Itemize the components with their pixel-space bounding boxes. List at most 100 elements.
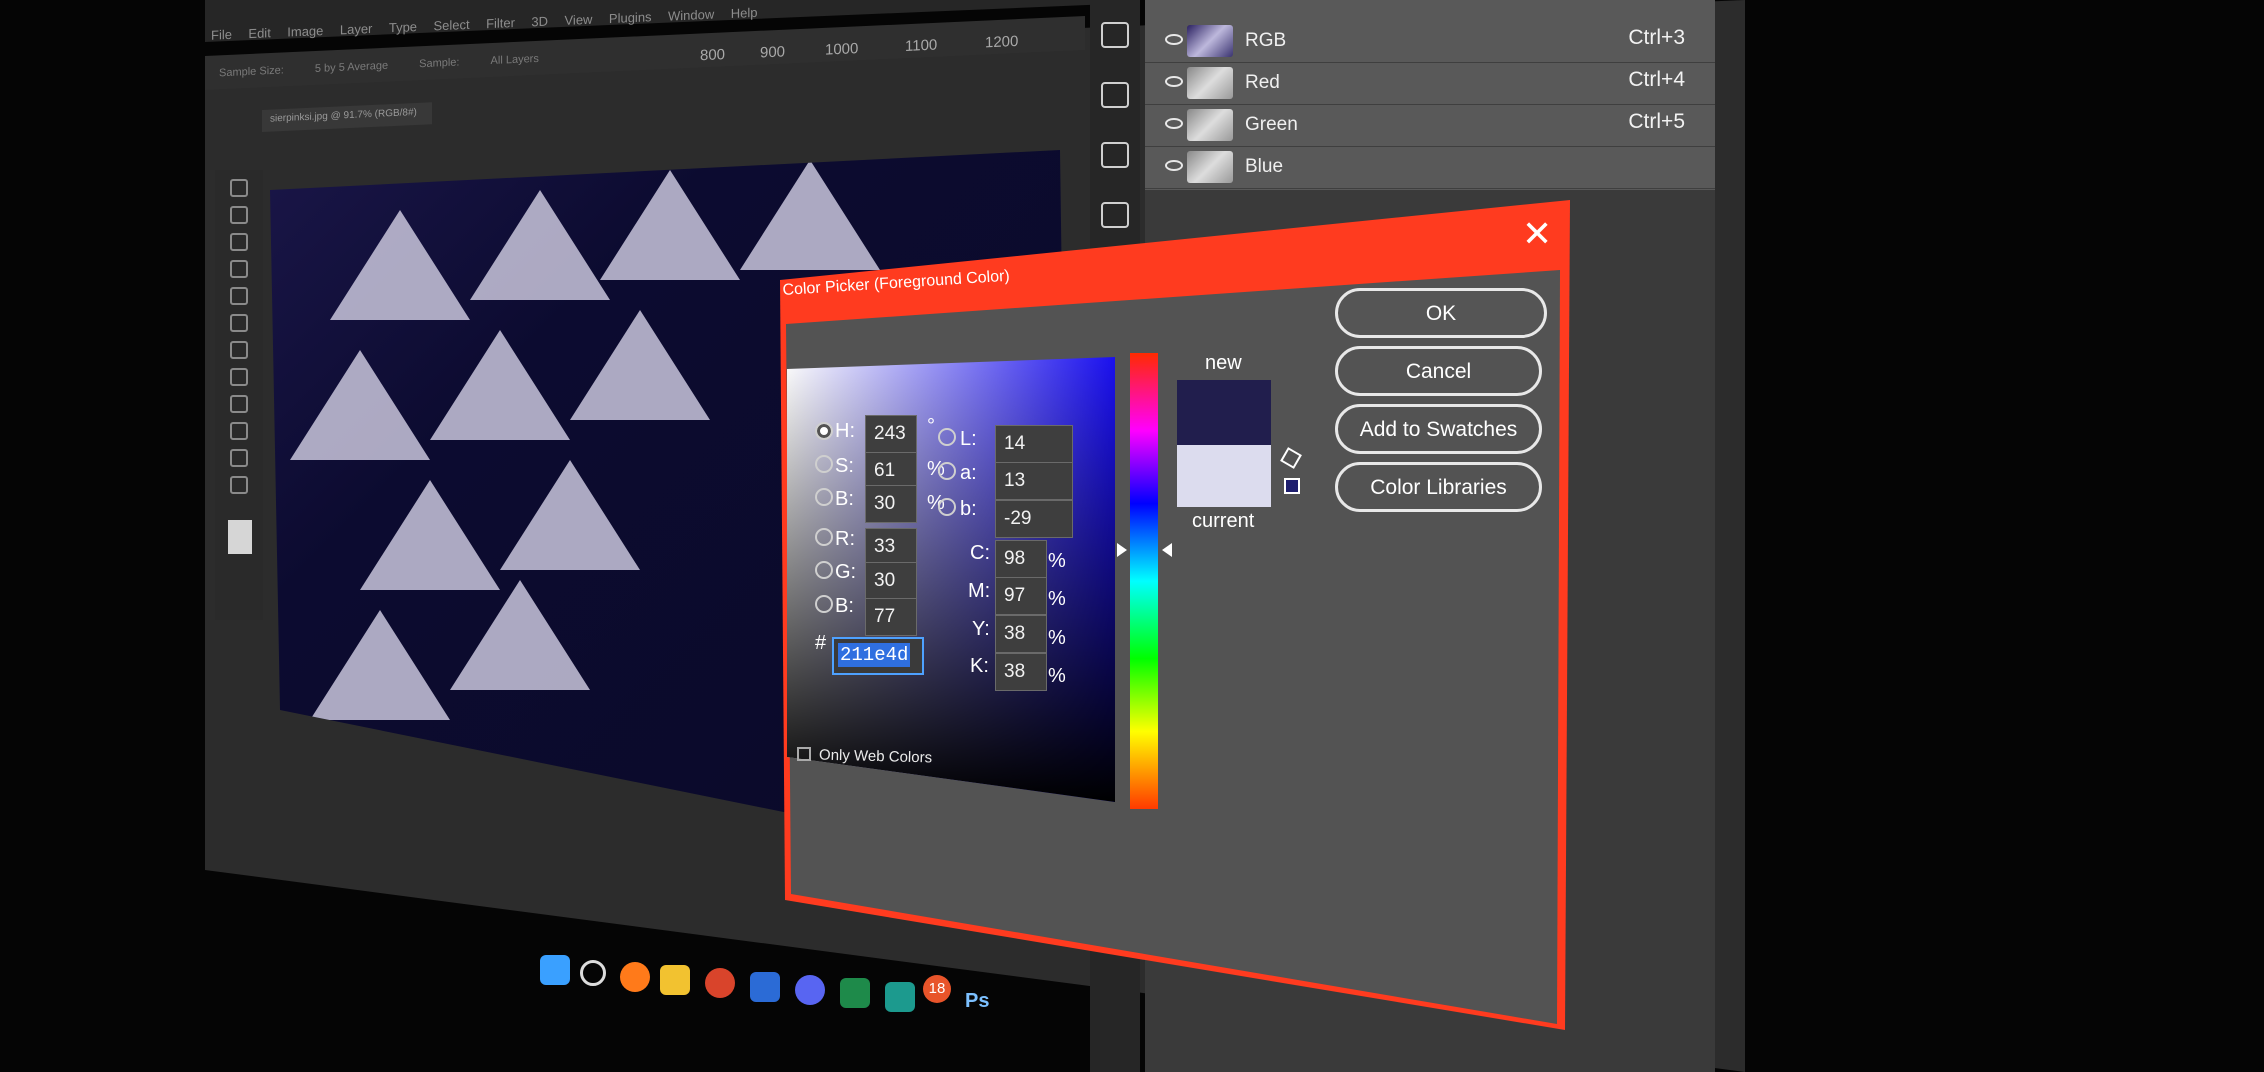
ok-button[interactable]: OK	[1335, 288, 1547, 338]
menu-type[interactable]: Type	[389, 19, 417, 35]
cyan-input[interactable]: 98	[995, 540, 1047, 578]
channel-row-rgb[interactable]: RGB Ctrl+3	[1145, 20, 1715, 63]
eye-icon[interactable]	[1165, 118, 1183, 129]
crop-tool-icon[interactable]	[230, 260, 248, 278]
color-libraries-button[interactable]: Color Libraries	[1335, 462, 1542, 512]
percent-unit: %	[1048, 665, 1066, 687]
foreground-swatch[interactable]	[228, 520, 252, 554]
channel-name: Red	[1245, 72, 1280, 93]
channel-shortcut: Ctrl+4	[1628, 68, 1685, 91]
ruler-tick: 900	[760, 43, 786, 62]
gradient-tool-icon[interactable]	[230, 395, 248, 413]
channel-shortcut: Ctrl+3	[1628, 26, 1685, 49]
brightness-label: B:	[835, 488, 854, 510]
menu-image[interactable]: Image	[287, 23, 323, 40]
comments-icon[interactable]	[1101, 82, 1129, 108]
eye-icon[interactable]	[1165, 160, 1183, 171]
eye-icon[interactable]	[1165, 76, 1183, 87]
hex-input[interactable]: 211e4d	[832, 637, 924, 675]
hex-label: #	[815, 632, 827, 654]
search-icon[interactable]	[580, 960, 606, 986]
saturation-radio[interactable]	[815, 455, 833, 473]
green-input[interactable]: 30	[865, 562, 917, 600]
lasso-tool-icon[interactable]	[230, 233, 248, 251]
menu-help[interactable]: Help	[731, 5, 758, 21]
channel-row-red[interactable]: Red Ctrl+4	[1145, 62, 1715, 105]
hue-arrow-left-icon[interactable]	[1117, 543, 1127, 557]
type-tool-icon[interactable]	[230, 449, 248, 467]
b-channel-input[interactable]: -29	[995, 500, 1073, 538]
green-label: G:	[835, 561, 857, 583]
hue-arrow-right-icon[interactable]	[1162, 543, 1172, 557]
menu-file[interactable]: File	[211, 27, 232, 43]
percent-unit: %	[1048, 588, 1066, 610]
windows-start-icon[interactable]	[540, 955, 570, 985]
a-channel-input[interactable]: 13	[995, 462, 1073, 500]
yellow-label: Y:	[972, 618, 990, 640]
sample-size-label: Sample Size:	[219, 64, 284, 80]
menu-select[interactable]: Select	[433, 17, 469, 34]
lightness-label: L:	[960, 428, 977, 450]
b-channel-label: b:	[960, 498, 977, 520]
add-to-swatches-button[interactable]: Add to Swatches	[1335, 404, 1542, 454]
lightness-input[interactable]: 14	[995, 425, 1073, 463]
brush-tool-icon[interactable]	[230, 314, 248, 332]
red-input[interactable]: 33	[865, 528, 917, 566]
move-tool-icon[interactable]	[230, 179, 248, 197]
a-channel-radio[interactable]	[938, 462, 956, 480]
b-channel-radio[interactable]	[938, 498, 956, 516]
hue-input[interactable]: 243	[865, 415, 917, 453]
channel-row-blue[interactable]: Blue	[1145, 146, 1715, 189]
word-icon[interactable]	[750, 972, 780, 1002]
menu-layer[interactable]: Layer	[340, 21, 373, 37]
only-web-colors-checkbox[interactable]	[797, 747, 811, 761]
eraser-tool-icon[interactable]	[230, 368, 248, 386]
hand-tool-icon[interactable]	[230, 476, 248, 494]
web-safe-swatch-icon[interactable]	[1284, 478, 1300, 494]
percent-unit: %	[1048, 550, 1066, 572]
blue-radio[interactable]	[815, 595, 833, 613]
red-label: R:	[835, 528, 855, 550]
new-color-label: new	[1205, 352, 1242, 374]
menu-3d[interactable]: 3D	[531, 14, 548, 30]
firefox-icon[interactable]	[620, 962, 650, 992]
degree-unit: °	[927, 415, 935, 437]
menu-edit[interactable]: Edit	[248, 25, 270, 41]
channel-row-green[interactable]: Green Ctrl+5	[1145, 104, 1715, 147]
brightness-input[interactable]: 30	[865, 485, 917, 523]
red-radio[interactable]	[815, 528, 833, 546]
hex-value: 211e4d	[838, 643, 911, 667]
hue-radio[interactable]	[815, 422, 833, 440]
brush-settings-icon[interactable]	[1101, 142, 1129, 168]
pen-tool-icon[interactable]	[230, 422, 248, 440]
close-icon[interactable]: ✕	[1522, 216, 1552, 252]
blue-input[interactable]: 77	[865, 598, 917, 636]
yellow-input[interactable]: 38	[995, 615, 1047, 653]
current-color-swatch[interactable]	[1177, 445, 1271, 507]
menu-plugins[interactable]: Plugins	[609, 9, 652, 26]
menu-view[interactable]: View	[565, 12, 593, 28]
sample-size-select[interactable]: 5 by 5 Average	[315, 60, 388, 75]
brightness-radio[interactable]	[815, 488, 833, 506]
cancel-button[interactable]: Cancel	[1335, 346, 1542, 396]
channel-name: RGB	[1245, 30, 1287, 51]
hue-label: H:	[835, 420, 855, 442]
magenta-input[interactable]: 97	[995, 577, 1047, 615]
stamp-tool-icon[interactable]	[230, 341, 248, 359]
eye-icon[interactable]	[1165, 34, 1183, 45]
powerpoint-icon[interactable]	[705, 968, 735, 998]
green-radio[interactable]	[815, 561, 833, 579]
lightness-radio[interactable]	[938, 428, 956, 446]
a-channel-label: a:	[960, 462, 977, 484]
ruler-tick: 800	[700, 46, 726, 65]
marquee-tool-icon[interactable]	[230, 206, 248, 224]
hue-slider[interactable]	[1130, 353, 1158, 809]
saturation-label: S:	[835, 455, 854, 477]
file-explorer-icon[interactable]	[660, 965, 690, 995]
black-input[interactable]: 38	[995, 653, 1047, 691]
history-icon[interactable]	[1101, 22, 1129, 48]
menu-filter[interactable]: Filter	[486, 15, 515, 31]
only-web-colors-label: Only Web Colors	[818, 746, 933, 767]
menu-window[interactable]: Window	[668, 7, 714, 24]
eyedropper-tool-icon[interactable]	[230, 287, 248, 305]
